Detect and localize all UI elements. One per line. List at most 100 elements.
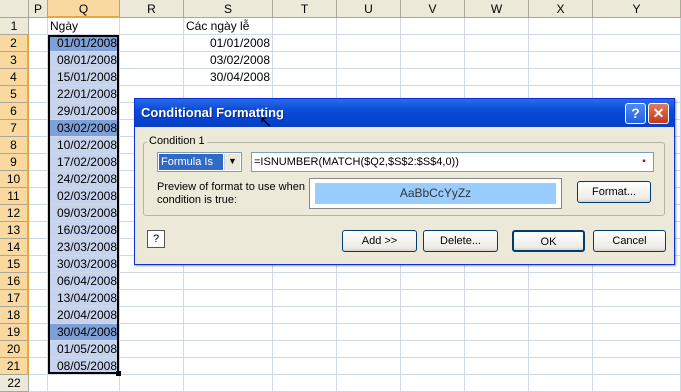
cell-u3[interactable] (337, 52, 401, 69)
cell-q1[interactable]: Ngày (48, 18, 120, 35)
row-header[interactable]: 17 (0, 290, 29, 307)
cell-q8[interactable]: 10/02/2008 (48, 137, 120, 154)
cell-t20[interactable] (273, 341, 337, 358)
cell-q15[interactable]: 30/03/2008 (48, 256, 120, 273)
cell-x4[interactable] (529, 69, 593, 86)
cell-p13[interactable] (29, 222, 48, 239)
cell-w20[interactable] (465, 341, 529, 358)
cell-p4[interactable] (29, 69, 48, 86)
cell-w17[interactable] (465, 290, 529, 307)
ok-button[interactable]: OK (512, 230, 585, 252)
row-header[interactable]: 6 (0, 103, 29, 120)
row-header[interactable]: 12 (0, 205, 29, 222)
cell-y3[interactable] (593, 52, 681, 69)
column-header-p[interactable]: P (29, 0, 48, 18)
cell-w4[interactable] (465, 69, 529, 86)
cell-t19[interactable] (273, 324, 337, 341)
row-header[interactable]: 8 (0, 137, 29, 154)
cell-q18[interactable]: 20/04/2008 (48, 307, 120, 324)
cell-p14[interactable] (29, 239, 48, 256)
cell-p18[interactable] (29, 307, 48, 324)
cell-x3[interactable] (529, 52, 593, 69)
cell-s21[interactable] (184, 358, 273, 375)
cell-r2[interactable] (120, 35, 184, 52)
close-button[interactable]: ✕ (648, 103, 669, 124)
cell-r20[interactable] (120, 341, 184, 358)
cell-u16[interactable] (337, 273, 401, 290)
cell-v2[interactable] (401, 35, 465, 52)
row-header[interactable]: 16 (0, 273, 29, 290)
cell-p8[interactable] (29, 137, 48, 154)
cell-q21[interactable]: 08/05/2008 (48, 358, 120, 375)
cell-y4[interactable] (593, 69, 681, 86)
row-header[interactable]: 3 (0, 52, 29, 69)
cell-q3[interactable]: 08/01/2008 (48, 52, 120, 69)
row-header[interactable]: 10 (0, 171, 29, 188)
help-icon[interactable]: ? (147, 230, 165, 248)
cell-p2[interactable] (29, 35, 48, 52)
cell-s2[interactable]: 01/01/2008 (184, 35, 273, 52)
column-header-v[interactable]: V (401, 0, 465, 18)
cell-w19[interactable] (465, 324, 529, 341)
cell-u2[interactable] (337, 35, 401, 52)
cell-u22[interactable] (337, 375, 401, 392)
cell-v3[interactable] (401, 52, 465, 69)
chevron-down-icon[interactable]: ▼ (224, 154, 240, 170)
collapse-dialog-icon[interactable]: ▪ (637, 155, 651, 169)
cell-r19[interactable] (120, 324, 184, 341)
row-header[interactable]: 14 (0, 239, 29, 256)
cell-s16[interactable] (184, 273, 273, 290)
cell-r17[interactable] (120, 290, 184, 307)
cell-p11[interactable] (29, 188, 48, 205)
cell-u4[interactable] (337, 69, 401, 86)
cell-u20[interactable] (337, 341, 401, 358)
cell-s4[interactable]: 30/04/2008 (184, 69, 273, 86)
row-header[interactable]: 22 (0, 375, 29, 392)
cell-x17[interactable] (529, 290, 593, 307)
cell-y17[interactable] (593, 290, 681, 307)
column-header-x[interactable]: X (529, 0, 593, 18)
cell-s17[interactable] (184, 290, 273, 307)
cell-s1[interactable]: Các ngày lễ (184, 18, 273, 35)
cell-t22[interactable] (273, 375, 337, 392)
row-header[interactable]: 18 (0, 307, 29, 324)
cell-x2[interactable] (529, 35, 593, 52)
cell-p9[interactable] (29, 154, 48, 171)
cell-y2[interactable] (593, 35, 681, 52)
cancel-button[interactable]: Cancel (593, 230, 666, 252)
cell-s3[interactable]: 03/02/2008 (184, 52, 273, 69)
row-header[interactable]: 1 (0, 18, 29, 35)
cell-s18[interactable] (184, 307, 273, 324)
cell-t3[interactable] (273, 52, 337, 69)
cell-w3[interactable] (465, 52, 529, 69)
cell-q5[interactable]: 22/01/2008 (48, 86, 120, 103)
fill-handle[interactable] (116, 371, 121, 376)
cell-v4[interactable] (401, 69, 465, 86)
row-header[interactable]: 2 (0, 35, 29, 52)
row-header[interactable]: 15 (0, 256, 29, 273)
cell-p1[interactable] (29, 18, 48, 35)
row-header[interactable]: 19 (0, 324, 29, 341)
cell-q11[interactable]: 02/03/2008 (48, 188, 120, 205)
cell-s22[interactable] (184, 375, 273, 392)
cell-q9[interactable]: 17/02/2008 (48, 154, 120, 171)
cell-v18[interactable] (401, 307, 465, 324)
delete-button[interactable]: Delete... (423, 230, 498, 252)
cell-p15[interactable] (29, 256, 48, 273)
cell-v19[interactable] (401, 324, 465, 341)
cell-p10[interactable] (29, 171, 48, 188)
cell-t16[interactable] (273, 273, 337, 290)
cell-v16[interactable] (401, 273, 465, 290)
cell-q16[interactable]: 06/04/2008 (48, 273, 120, 290)
cell-p16[interactable] (29, 273, 48, 290)
column-header-s[interactable]: S (184, 0, 273, 18)
cell-v20[interactable] (401, 341, 465, 358)
cell-w16[interactable] (465, 273, 529, 290)
cell-p3[interactable] (29, 52, 48, 69)
row-header[interactable]: 5 (0, 86, 29, 103)
cell-r22[interactable] (120, 375, 184, 392)
cell-u18[interactable] (337, 307, 401, 324)
cell-q6[interactable]: 29/01/2008 (48, 103, 120, 120)
help-button[interactable]: ? (625, 103, 646, 124)
cell-s19[interactable] (184, 324, 273, 341)
